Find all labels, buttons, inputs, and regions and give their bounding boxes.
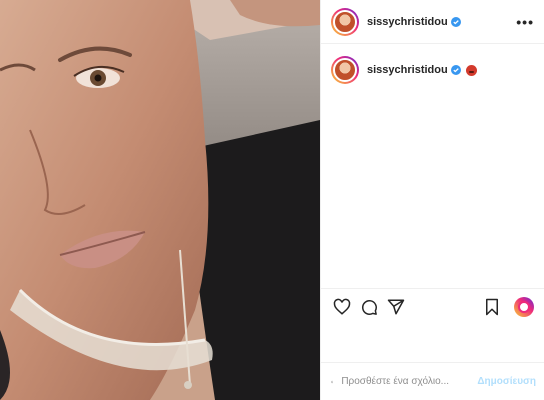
post-actions (321, 288, 544, 324)
selfie-photo (0, 0, 320, 400)
post-comment-button[interactable]: Δημοσίευση (477, 376, 536, 387)
comment-bar: Δημοσίευση (321, 362, 544, 400)
avatar[interactable] (331, 7, 359, 36)
username-link[interactable]: sissychristidou (367, 16, 448, 28)
post-header: sissychristidou ••• (321, 0, 544, 44)
caption: sissychristidou (321, 44, 544, 96)
verified-badge-icon (450, 16, 461, 27)
story-ring-inner (518, 300, 530, 313)
comment-input[interactable] (341, 376, 474, 387)
instagram-post: sissychristidou ••• sissychristidou Προσ… (0, 0, 544, 400)
comment-button[interactable] (356, 294, 382, 320)
share-icon (387, 299, 405, 314)
caption-username-link[interactable]: sissychristidou (367, 64, 448, 76)
verified-badge-icon (450, 65, 461, 75)
save-button[interactable] (479, 294, 505, 320)
emoji-icon[interactable] (331, 373, 334, 391)
avatar-image (333, 58, 357, 82)
avatar-image (333, 9, 357, 34)
post-photo[interactable] (0, 0, 320, 400)
red-face-emoji-icon (465, 64, 477, 76)
like-button[interactable] (329, 294, 355, 320)
post-sidebar: sissychristidou ••• sissychristidou Προσ… (320, 0, 544, 400)
heart-icon (333, 298, 351, 315)
bookmark-icon (486, 298, 498, 315)
comment-icon (362, 299, 377, 315)
more-options-button[interactable]: ••• (516, 14, 534, 30)
share-button[interactable] (383, 294, 409, 320)
caption-avatar[interactable] (331, 56, 359, 84)
story-ring-icon[interactable] (514, 296, 534, 317)
